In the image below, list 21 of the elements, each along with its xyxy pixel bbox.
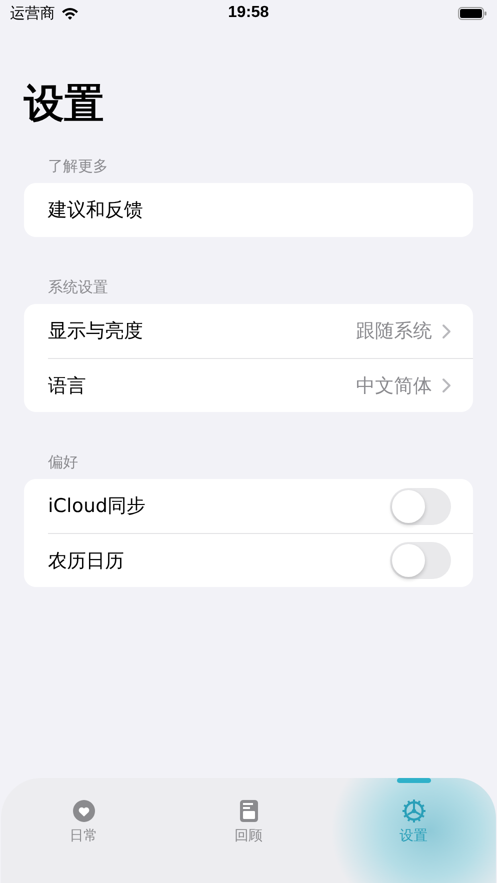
section-header: 了解更多 bbox=[48, 157, 108, 175]
section-header: 系统设置 bbox=[48, 278, 108, 296]
selected-indicator bbox=[396, 778, 430, 783]
row-label[interactable]: 农历日历 bbox=[48, 550, 124, 572]
row-label[interactable]: iCloud同步 bbox=[48, 495, 146, 517]
battery-icon bbox=[458, 6, 487, 20]
row-label[interactable]: 显示与亮度 bbox=[48, 320, 143, 342]
wifi-icon bbox=[61, 6, 79, 20]
row-value: 跟随系统 bbox=[356, 319, 432, 344]
toggle-switch[interactable] bbox=[390, 542, 451, 579]
toggle-switch[interactable] bbox=[390, 488, 451, 524]
chevron-icon bbox=[442, 324, 451, 338]
row-label[interactable]: 建议和反馈 bbox=[48, 199, 143, 221]
chevron-icon bbox=[442, 378, 451, 393]
row-label[interactable]: 语言 bbox=[48, 374, 86, 396]
section-header: 偏好 bbox=[48, 453, 78, 471]
row-value: 中文简体 bbox=[356, 374, 432, 398]
carrier-name: 运营商 bbox=[10, 4, 55, 22]
settings-icon bbox=[402, 799, 426, 823]
page-title: 设置 bbox=[24, 80, 104, 129]
clock-time: 19:58 bbox=[227, 4, 270, 22]
